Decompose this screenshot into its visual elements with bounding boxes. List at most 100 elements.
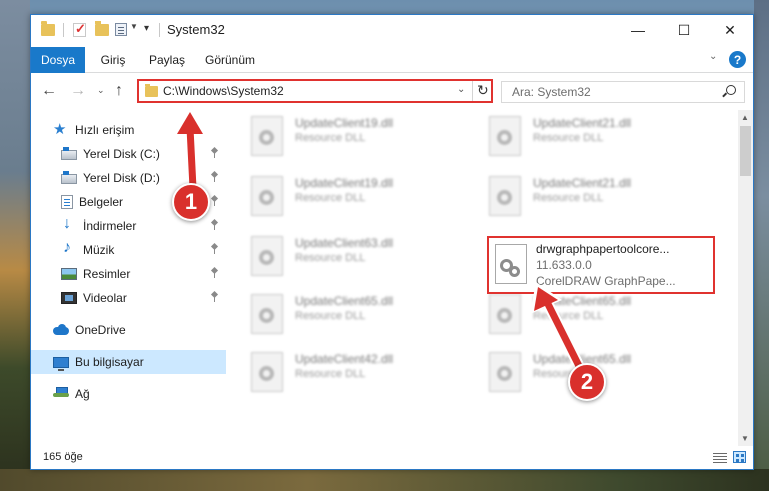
file-explorer-window: ▼ ▾ System32 — ☐ ✕ Dosya Giriş Paylaş Gö… [30, 14, 754, 470]
file-name: UpdateClient19.dll [295, 116, 394, 130]
title-bar: ▼ ▾ System32 — ☐ ✕ [31, 15, 753, 45]
pin-icon[interactable] [211, 268, 217, 278]
sidebar-item-pictures[interactable]: Resimler [31, 262, 226, 286]
address-path[interactable]: C:\Windows\System32 [163, 84, 284, 98]
disk-icon [61, 147, 77, 160]
pin-icon[interactable] [211, 196, 217, 206]
customize-toolbar-icon[interactable]: ▾ [144, 23, 149, 34]
sidebar-item-label: Resimler [83, 267, 131, 281]
close-button[interactable]: ✕ [707, 15, 753, 45]
sidebar-item-label: OneDrive [75, 323, 126, 337]
list-item[interactable]: UpdateClient21.dll Resource DLL [465, 170, 695, 222]
folder-icon [41, 21, 55, 36]
file-type: Resource DLL [533, 132, 604, 144]
desktop-background-left [0, 0, 30, 491]
up-button[interactable]: ↑ [115, 82, 123, 100]
list-item[interactable]: UpdateClient42.dll Resource DLL [227, 346, 457, 398]
desktop-background-right [754, 0, 769, 491]
maximize-button[interactable]: ☐ [661, 15, 707, 45]
sidebar-item-label: Yerel Disk (D:) [83, 171, 160, 185]
step-1-badge: 1 [172, 183, 210, 221]
sidebar-item-local-disk-c[interactable]: Yerel Disk (C:) [31, 142, 226, 166]
navigation-bar: ← → ⌄ ↑ C:\Windows\System32 ⌄ ↻ Ara: Sys… [31, 74, 753, 108]
star-icon [53, 120, 69, 138]
file-type: Resource DLL [533, 192, 604, 204]
properties-check-icon[interactable] [73, 21, 86, 37]
file-name: UpdateClient65.dll [533, 294, 632, 308]
file-type: Resource DLL [295, 368, 366, 380]
divider [472, 81, 473, 101]
dll-file-icon [489, 352, 521, 392]
forward-button[interactable]: → [70, 82, 86, 100]
divider [63, 23, 64, 37]
large-icons-view-icon[interactable] [733, 451, 746, 463]
list-item[interactable]: UpdateClient65.dll Resource DLL [227, 288, 457, 340]
sidebar-item-label: Yerel Disk (C:) [83, 147, 160, 161]
computer-icon [53, 356, 69, 371]
navigation-pane: Hızlı erişim Yerel Disk (C:) Yerel Disk … [31, 110, 226, 446]
file-name: UpdateClient65.dll [295, 294, 394, 308]
list-item[interactable]: UpdateClient21.dll Resource DLL [465, 110, 695, 162]
window-title: System32 [167, 22, 225, 37]
file-name: UpdateClient21.dll [533, 176, 632, 190]
search-icon[interactable] [726, 85, 736, 95]
properties-icon[interactable] [115, 23, 127, 36]
tab-file[interactable]: Dosya [31, 47, 85, 73]
list-item[interactable]: UpdateClient19.dll Resource DLL [227, 110, 457, 162]
dll-file-icon [251, 294, 283, 334]
dll-file-icon [489, 294, 521, 334]
scroll-thumb[interactable] [740, 126, 751, 176]
step-2-badge: 2 [568, 363, 606, 401]
chevron-down-icon[interactable]: ⌄ [709, 51, 717, 62]
scroll-up-arrow-icon[interactable]: ▲ [741, 113, 749, 122]
pin-icon[interactable] [211, 292, 217, 302]
item-count: 165 öğe [43, 451, 83, 463]
file-type: Resource DLL [295, 252, 366, 264]
folder-icon [145, 84, 158, 97]
sidebar-item-this-pc[interactable]: Bu bilgisayar [31, 350, 226, 374]
list-item[interactable]: UpdateClient19.dll Resource DLL [227, 170, 457, 222]
sidebar-item-onedrive[interactable]: OneDrive [31, 318, 226, 342]
sidebar-item-label: Bu bilgisayar [75, 355, 144, 369]
ribbon-tabs: Dosya Giriş Paylaş Görünüm ⌄ ? [31, 47, 753, 73]
file-name: drwgraphpapertoolcore... [536, 242, 670, 256]
search-input[interactable]: Ara: System32 [501, 81, 745, 103]
download-icon [61, 215, 77, 233]
back-button[interactable]: ← [41, 82, 57, 100]
sidebar-item-music[interactable]: Müzik [31, 238, 226, 262]
minimize-button[interactable]: — [615, 15, 661, 45]
file-name: UpdateClient19.dll [295, 176, 394, 190]
help-icon[interactable]: ? [729, 51, 746, 68]
dll-file-icon [489, 116, 521, 156]
file-name: UpdateClient42.dll [295, 352, 394, 366]
tab-home[interactable]: Giriş [91, 47, 135, 73]
sidebar-item-network[interactable]: Ağ [31, 382, 226, 406]
divider [159, 23, 160, 37]
status-bar: 165 öğe [31, 447, 753, 469]
address-dropdown-button[interactable]: ⌄ [457, 84, 465, 95]
pin-icon[interactable] [211, 220, 217, 230]
desktop-background-bottom [0, 469, 769, 491]
dll-gear-file-icon [495, 244, 527, 284]
new-folder-icon[interactable] [95, 21, 109, 36]
sidebar-item-label: Videolar [83, 291, 127, 305]
tab-view[interactable]: Görünüm [199, 47, 261, 73]
file-name: UpdateClient63.dll [295, 236, 394, 250]
sidebar-item-quick-access[interactable]: Hızlı erişim [31, 118, 226, 142]
recent-locations-button[interactable]: ⌄ [97, 85, 105, 96]
sidebar-item-videos[interactable]: Videolar [31, 286, 226, 310]
list-item[interactable]: UpdateClient65.dll Resource DLL [465, 288, 695, 340]
list-item[interactable]: UpdateClient63.dll Resource DLL [227, 230, 457, 282]
highlighted-file-tile[interactable]: drwgraphpapertoolcore... 11.633.0.0 Core… [487, 236, 715, 294]
sidebar-item-label: Hızlı erişim [75, 123, 135, 137]
details-view-icon[interactable] [713, 452, 727, 463]
scroll-down-arrow-icon[interactable]: ▼ [741, 434, 749, 443]
refresh-button[interactable]: ↻ [477, 82, 489, 99]
pin-icon[interactable] [211, 148, 217, 158]
quick-access-dropdown-icon[interactable]: ▼ [130, 22, 138, 31]
address-bar[interactable]: C:\Windows\System32 ⌄ ↻ [137, 79, 493, 103]
tab-share[interactable]: Paylaş [143, 47, 191, 73]
vertical-scrollbar[interactable]: ▲ ▼ [738, 110, 753, 446]
pin-icon[interactable] [211, 244, 217, 254]
pin-icon[interactable] [211, 172, 217, 182]
